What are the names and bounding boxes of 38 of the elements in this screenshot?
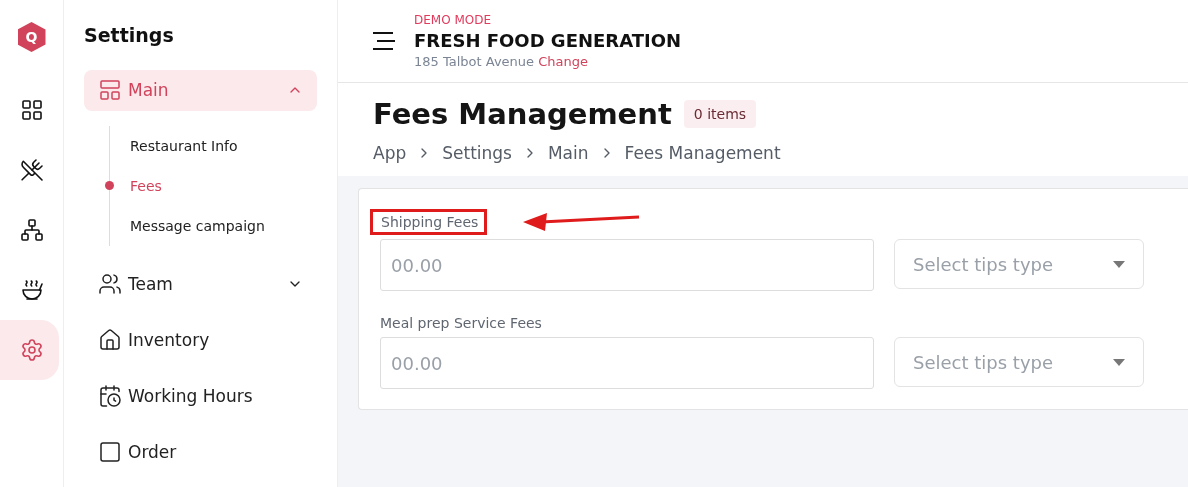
demo-mode-label: DEMO MODE: [414, 13, 493, 27]
logo[interactable]: Q: [17, 22, 46, 52]
apps-icon: [98, 78, 122, 103]
hierarchy-icon: [19, 218, 44, 242]
caret-icon: [1113, 260, 1125, 268]
address-text: 185 Talbot Avenue Change: [414, 54, 589, 69]
sidebar-item[interactable]: Team: [84, 263, 317, 305]
submenu-item[interactable]: Message campaign: [110, 205, 265, 246]
field-label: Shipping Fees: [370, 209, 488, 235]
submenu-item[interactable]: Fees: [110, 165, 162, 206]
breadcrumb-item[interactable]: Settings: [442, 143, 512, 163]
settings-icon: [19, 338, 44, 362]
square-icon: [98, 439, 122, 464]
sidebar-item[interactable]: Inventory: [84, 319, 317, 361]
menu-icon[interactable]: [372, 32, 396, 50]
sidebar-item[interactable]: Main: [84, 70, 317, 111]
calendar-clock-icon: [98, 383, 122, 408]
house-icon: [98, 328, 122, 352]
restaurant-name: FRESH FOOD GENERATION: [414, 30, 682, 51]
page-title: Fees Management: [373, 97, 672, 131]
sidebar-item[interactable]: Working Hours: [84, 375, 317, 417]
fee-input[interactable]: 00.00: [380, 337, 874, 389]
caret-icon: [1113, 358, 1125, 366]
field-label: Meal prep Service Fees: [380, 314, 543, 333]
submenu-item[interactable]: Restaurant Info: [110, 125, 238, 166]
breadcrumb-item[interactable]: Main: [547, 143, 589, 163]
sidebar-item[interactable]: Order: [84, 431, 317, 472]
utensils-icon: [19, 158, 44, 182]
change-link[interactable]: Change: [538, 54, 588, 69]
users-icon: [98, 272, 122, 297]
fee-input[interactable]: 00.00: [380, 239, 874, 291]
dashboard-icon: [19, 98, 44, 122]
count-badge: 0 items: [683, 100, 757, 128]
bowl-icon: [19, 278, 44, 302]
breadcrumb-item[interactable]: App: [373, 143, 407, 163]
active-dot: [105, 181, 114, 191]
breadcrumb-item: Fees Management: [624, 143, 781, 163]
sidebar-title: Settings: [84, 24, 175, 46]
